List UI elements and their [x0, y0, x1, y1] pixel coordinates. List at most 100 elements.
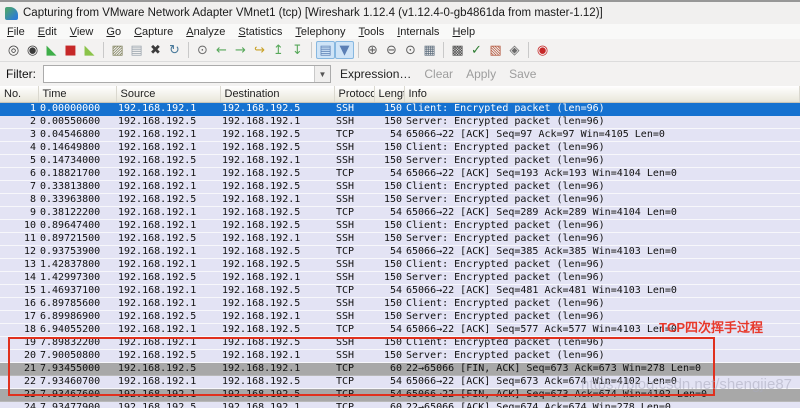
display-filters-icon[interactable]: ✓	[467, 41, 486, 59]
packet-row-3[interactable]: 30.04546800192.168.192.1192.168.192.5TCP…	[0, 128, 800, 141]
go-to-packet-icon[interactable]: ↪	[250, 41, 269, 59]
zoom-out-icon[interactable]: ⊖	[382, 41, 401, 59]
resize-columns-icon[interactable]: ▦	[420, 41, 439, 59]
stop-capture-icon[interactable]: ■	[61, 41, 80, 59]
packet-row-10[interactable]: 100.89647400192.168.192.1192.168.192.5SS…	[0, 219, 800, 232]
menu-internals[interactable]: Internals	[397, 26, 439, 38]
zoom-100-icon[interactable]: ⊙	[401, 41, 420, 59]
filter-bar: Filter: ▼ Expression… Clear Apply Save	[0, 62, 800, 86]
toolbar-separator	[358, 42, 359, 58]
reload-icon[interactable]: ↻	[165, 41, 184, 59]
toolbar-separator	[311, 42, 312, 58]
preferences-icon[interactable]: ◈	[505, 41, 524, 59]
main-toolbar: ◎◉◣■◣▨▤✖↻⊙←→↪↥↧▤▼⊕⊖⊙▦▩✓▧◈◉	[0, 39, 800, 62]
filter-dropdown-button[interactable]: ▼	[314, 66, 330, 82]
packet-table: No.TimeSourceDestinationProtocolLengthIn…	[0, 86, 800, 408]
column-header-length[interactable]: Length	[374, 86, 404, 102]
menu-statistics[interactable]: Statistics	[238, 26, 282, 38]
four-way-handshake-annotation: TCP四次挥手过程	[659, 317, 763, 336]
packet-row-19[interactable]: 197.89832200192.168.192.1192.168.192.5SS…	[0, 336, 800, 349]
filter-label: Filter:	[6, 67, 36, 81]
menu-edit[interactable]: Edit	[38, 26, 57, 38]
packet-row-1[interactable]: 10.00000000192.168.192.1192.168.192.5SSH…	[0, 102, 800, 115]
go-back-icon[interactable]: ←	[212, 41, 231, 59]
toolbar-separator	[103, 42, 104, 58]
toolbar-group: ▤▼	[316, 41, 354, 59]
packet-row-7[interactable]: 70.33813800192.168.192.1192.168.192.5SSH…	[0, 180, 800, 193]
packet-row-22[interactable]: 227.93460700192.168.192.1192.168.192.5TC…	[0, 375, 800, 388]
list-interfaces-icon[interactable]: ◎	[4, 41, 23, 59]
packet-row-14[interactable]: 141.42997300192.168.192.5192.168.192.1SS…	[0, 271, 800, 284]
packet-list: No.TimeSourceDestinationProtocolLengthIn…	[0, 86, 800, 408]
filter-expression-button[interactable]: Expression…	[340, 67, 411, 81]
find-packet-icon[interactable]: ⊙	[193, 41, 212, 59]
filter-apply-button[interactable]: Apply	[466, 67, 496, 81]
packet-row-9[interactable]: 90.38122200192.168.192.1192.168.192.5TCP…	[0, 206, 800, 219]
packet-row-20[interactable]: 207.90050800192.168.192.5192.168.192.1SS…	[0, 349, 800, 362]
column-header-destination[interactable]: Destination	[220, 86, 334, 102]
toolbar-group: ◉	[533, 41, 552, 59]
menu-analyze[interactable]: Analyze	[186, 26, 225, 38]
packet-row-6[interactable]: 60.18821700192.168.192.1192.168.192.5TCP…	[0, 167, 800, 180]
filter-input[interactable]	[44, 66, 314, 82]
packet-row-24[interactable]: 247.93477900192.168.192.5192.168.192.1TC…	[0, 401, 800, 408]
go-forward-icon[interactable]: →	[231, 41, 250, 59]
column-header-protocol[interactable]: Protocol	[334, 86, 374, 102]
menu-help[interactable]: Help	[452, 26, 475, 38]
column-header-time[interactable]: Time	[38, 86, 116, 102]
zoom-in-icon[interactable]: ⊕	[363, 41, 382, 59]
open-file-icon[interactable]: ▨	[108, 41, 127, 59]
save-file-icon[interactable]: ▤	[127, 41, 146, 59]
filter-clear-button[interactable]: Clear	[424, 67, 453, 81]
toolbar-group: ⊙←→↪↥↧	[193, 41, 307, 59]
title-bar: Capturing from VMware Network Adapter VM…	[0, 2, 800, 24]
toolbar-separator	[528, 42, 529, 58]
packet-row-12[interactable]: 120.93753900192.168.192.1192.168.192.5TC…	[0, 245, 800, 258]
toolbar-group: ▨▤✖↻	[108, 41, 184, 59]
packet-row-15[interactable]: 151.46937100192.168.192.1192.168.192.5TC…	[0, 284, 800, 297]
restart-capture-icon[interactable]: ◣	[80, 41, 99, 59]
packet-row-11[interactable]: 110.89721500192.168.192.5192.168.192.1SS…	[0, 232, 800, 245]
packet-row-8[interactable]: 80.33963800192.168.192.5192.168.192.1SSH…	[0, 193, 800, 206]
packet-row-5[interactable]: 50.14734000192.168.192.5192.168.192.1SSH…	[0, 154, 800, 167]
toolbar-separator	[443, 42, 444, 58]
colorize-list-icon[interactable]: ▤	[316, 41, 335, 59]
filter-actions: Expression… Clear Apply Save	[340, 67, 549, 81]
menu-bar: File Edit View Go Capture Analyze Statistics Te…	[0, 24, 800, 39]
close-capture-icon[interactable]: ✖	[146, 41, 165, 59]
wireshark-logo-icon	[5, 7, 18, 20]
window-title: Capturing from VMware Network Adapter VM…	[23, 7, 603, 19]
packet-row-13[interactable]: 131.42837800192.168.192.1192.168.192.5SS…	[0, 258, 800, 271]
menu-telephony[interactable]: Telephony	[295, 26, 345, 38]
capture-filters-icon[interactable]: ▩	[448, 41, 467, 59]
filter-save-button[interactable]: Save	[509, 67, 536, 81]
filter-combo: ▼	[43, 65, 331, 83]
column-header-info[interactable]: Info	[404, 86, 800, 102]
toolbar-separator	[188, 42, 189, 58]
packet-tbody: 10.00000000192.168.192.1192.168.192.5SSH…	[0, 102, 800, 408]
start-capture-icon[interactable]: ◣	[42, 41, 61, 59]
menu-capture[interactable]: Capture	[134, 26, 173, 38]
auto-scroll-icon[interactable]: ▼	[335, 41, 354, 59]
go-to-bottom-icon[interactable]: ↧	[288, 41, 307, 59]
packet-row-23[interactable]: 237.93467600192.168.192.1192.168.192.5TC…	[0, 388, 800, 401]
column-header-no[interactable]: No.	[0, 86, 38, 102]
menu-tools[interactable]: Tools	[359, 26, 385, 38]
wireshark-window: Capturing from VMware Network Adapter VM…	[0, 0, 800, 408]
menu-view[interactable]: View	[70, 26, 94, 38]
go-to-top-icon[interactable]: ↥	[269, 41, 288, 59]
capture-options-icon[interactable]: ◉	[23, 41, 42, 59]
packet-table-header: No.TimeSourceDestinationProtocolLengthIn…	[0, 86, 800, 102]
menu-go[interactable]: Go	[106, 26, 121, 38]
packet-row-21[interactable]: 217.93455000192.168.192.5192.168.192.1TC…	[0, 362, 800, 375]
column-header-source[interactable]: Source	[116, 86, 220, 102]
coloring-rules-icon[interactable]: ▧	[486, 41, 505, 59]
packet-row-4[interactable]: 40.14649800192.168.192.1192.168.192.5SSH…	[0, 141, 800, 154]
toolbar-group: ⊕⊖⊙▦	[363, 41, 439, 59]
menu-file[interactable]: File	[7, 26, 25, 38]
packet-row-16[interactable]: 166.89785600192.168.192.1192.168.192.5SS…	[0, 297, 800, 310]
toolbar-group: ▩✓▧◈	[448, 41, 524, 59]
help-icon[interactable]: ◉	[533, 41, 552, 59]
packet-row-2[interactable]: 20.00550600192.168.192.5192.168.192.1SSH…	[0, 115, 800, 128]
toolbar-group: ◎◉◣■◣	[4, 41, 99, 59]
